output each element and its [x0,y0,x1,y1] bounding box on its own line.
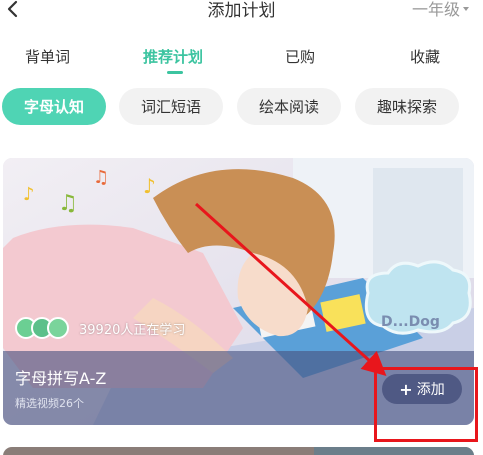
tab-vocabulary[interactable]: 背单词 [25,46,70,67]
chip-vocabulary-phrases[interactable]: 词汇短语 [119,88,223,125]
chip-fun-exploration[interactable]: 趣味探索 [355,88,459,125]
svg-text:♪: ♪ [23,184,35,205]
svg-text:♫: ♫ [58,191,78,216]
svg-text:♪: ♪ [143,174,156,198]
next-plan-card[interactable] [3,447,474,455]
plan-subtitle: 精选视频26个 [15,397,84,410]
cover-caption: D...Dog [381,314,440,330]
tab-bar: 背单词 推荐计划 已购 收藏 [0,36,483,76]
learners-text: 39920人正在学习 [79,322,186,338]
category-chips: 字母认知 词汇短语 绘本阅读 趣味探索 [0,88,483,126]
chip-letter-recognition[interactable]: 字母认知 [2,88,106,125]
tab-favorites[interactable]: 收藏 [410,46,440,67]
tab-recommended-plans[interactable]: 推荐计划 [143,46,203,67]
learners-count: 39920人正在学习 [15,317,185,339]
chip-picture-book-reading[interactable]: 绘本阅读 [237,88,341,125]
plan-title: 字母拼写A-Z [15,369,107,388]
header: 添加计划 一年级 [0,0,483,28]
active-tab-indicator [167,71,183,74]
grade-selector[interactable]: 一年级 [412,0,469,20]
caret-down-icon [463,7,469,11]
page-title: 添加计划 [207,1,276,21]
tab-purchased[interactable]: 已购 [285,46,315,67]
add-plan-page: 添加计划 一年级 背单词 推荐计划 已购 收藏 字母认知 词汇短语 绘本阅读 趣… [0,0,483,455]
learner-avatars [15,317,75,339]
avatar [47,317,69,339]
grade-label: 一年级 [411,0,460,19]
annotation-highlight-box [374,367,478,442]
next-card-image [314,447,474,455]
svg-text:♫: ♫ [93,167,109,188]
